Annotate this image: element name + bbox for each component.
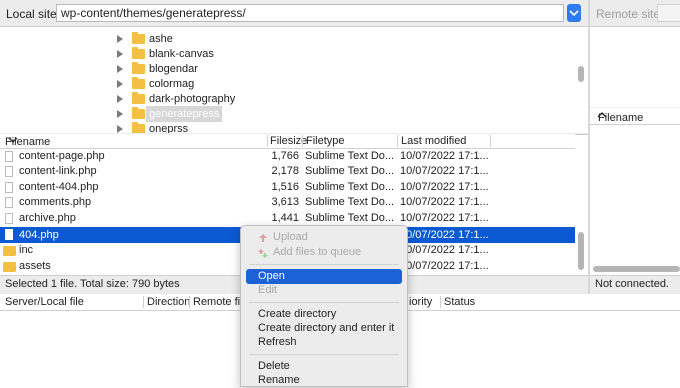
remote-file-list[interactable]	[590, 108, 680, 275]
expand-arrow-icon[interactable]	[117, 110, 123, 118]
remote-list-scrollbar-thumb[interactable]	[593, 266, 680, 272]
file-icon	[5, 197, 13, 208]
menu-separator	[249, 354, 399, 355]
column-separator[interactable]	[490, 135, 491, 147]
menu-item-refresh[interactable]: Refresh	[241, 335, 407, 350]
menu-item-open[interactable]: Open	[246, 269, 402, 284]
file-row[interactable]: content-404.php 1,516 Sublime Text Do...…	[0, 180, 575, 195]
file-icon	[5, 229, 13, 240]
file-row[interactable]: content-page.php 1,766 Sublime Text Do..…	[0, 149, 575, 164]
menu-separator	[249, 264, 399, 265]
tree-item[interactable]: dark-photography	[0, 91, 588, 107]
tree-item[interactable]: blogendar	[0, 61, 588, 77]
tree-item-partial	[130, 26, 170, 27]
remote-site-label: Remote site:	[596, 7, 664, 21]
expand-arrow-icon[interactable]	[117, 95, 123, 103]
remote-column-filename[interactable]: Filename	[594, 110, 643, 124]
queue-column-status[interactable]: Status	[444, 296, 475, 308]
queue-column-priority[interactable]: iority	[409, 296, 432, 308]
column-separator[interactable]	[143, 296, 144, 308]
folder-icon	[132, 122, 145, 133]
tree-scrollbar-thumb[interactable]	[578, 66, 584, 82]
tree-item[interactable]: ashe	[0, 31, 588, 47]
folder-icon	[132, 107, 145, 119]
queue-column-server-local[interactable]: Server/Local file	[5, 296, 84, 308]
menu-separator	[249, 302, 399, 303]
column-separator[interactable]	[440, 296, 441, 308]
column-separator[interactable]	[302, 135, 303, 147]
file-icon	[5, 151, 13, 162]
remote-status-bar: Not connected.	[590, 275, 680, 293]
local-site-label: Local site:	[6, 7, 61, 21]
file-icon	[5, 213, 13, 224]
local-status-text: Selected 1 file. Total size: 790 bytes	[5, 278, 180, 290]
menu-item-rename[interactable]: Rename	[241, 373, 407, 388]
tree-item[interactable]: blank-canvas	[0, 46, 588, 62]
column-filetype[interactable]: Filetype	[306, 135, 345, 147]
tree-item[interactable]: colormag	[0, 76, 588, 92]
queue-column-direction[interactable]: Direction	[147, 296, 190, 308]
remote-list-header: Filename	[590, 108, 680, 125]
file-list-header: Filename Filesize Filetype Last modified	[0, 134, 575, 149]
folder-icon	[3, 246, 16, 256]
file-row[interactable]: archive.php 1,441 Sublime Text Do... 10/…	[0, 211, 575, 226]
chevron-down-icon	[569, 10, 579, 17]
local-site-dropdown-button[interactable]	[567, 4, 581, 22]
folder-icon	[132, 62, 145, 74]
queue-arrows-icon	[258, 249, 268, 258]
expand-arrow-icon[interactable]	[117, 80, 123, 88]
expand-arrow-icon[interactable]	[117, 35, 123, 43]
menu-item-create-directory-enter[interactable]: Create directory and enter it	[241, 321, 407, 336]
menu-item-delete[interactable]: Delete	[241, 359, 407, 374]
file-row[interactable]: comments.php 3,613 Sublime Text Do... 10…	[0, 195, 575, 210]
local-site-input[interactable]: wp-content/themes/generatepress/	[56, 4, 564, 22]
column-separator[interactable]	[267, 135, 268, 147]
folder-icon	[132, 92, 145, 104]
folder-icon	[3, 262, 16, 272]
remote-directory-tree[interactable]	[590, 26, 680, 107]
expand-arrow-icon[interactable]	[117, 50, 123, 58]
file-icon	[5, 182, 13, 193]
expand-arrow-icon[interactable]	[117, 65, 123, 73]
upload-arrow-icon	[259, 234, 267, 242]
column-separator[interactable]	[189, 296, 190, 308]
remote-status-text: Not connected.	[595, 278, 669, 290]
context-menu: Upload Add files to queue Open Edit Crea…	[240, 225, 408, 387]
folder-icon	[132, 77, 145, 89]
menu-item-create-directory[interactable]: Create directory	[241, 307, 407, 322]
menu-item-upload[interactable]: Upload	[241, 230, 407, 245]
column-separator[interactable]	[397, 135, 398, 147]
tree-item-selected[interactable]: generatepress	[0, 106, 588, 122]
menu-item-edit[interactable]: Edit	[241, 283, 407, 298]
remote-site-input[interactable]	[657, 4, 680, 22]
folder-icon	[132, 32, 145, 44]
expand-arrow-icon[interactable]	[117, 125, 123, 133]
column-filename[interactable]: Filename	[5, 135, 50, 148]
local-directory-tree[interactable]: ashe blank-canvas blogendar colormag dar…	[0, 26, 588, 133]
column-last-modified[interactable]: Last modified	[401, 135, 466, 147]
tree-item[interactable]: oneprss	[0, 121, 588, 133]
file-row[interactable]: content-link.php 2,178 Sublime Text Do..…	[0, 164, 575, 179]
file-icon	[5, 166, 13, 177]
file-list-scrollbar-thumb[interactable]	[578, 232, 584, 270]
folder-icon	[132, 47, 145, 59]
menu-item-add-to-queue[interactable]: Add files to queue	[241, 245, 407, 260]
